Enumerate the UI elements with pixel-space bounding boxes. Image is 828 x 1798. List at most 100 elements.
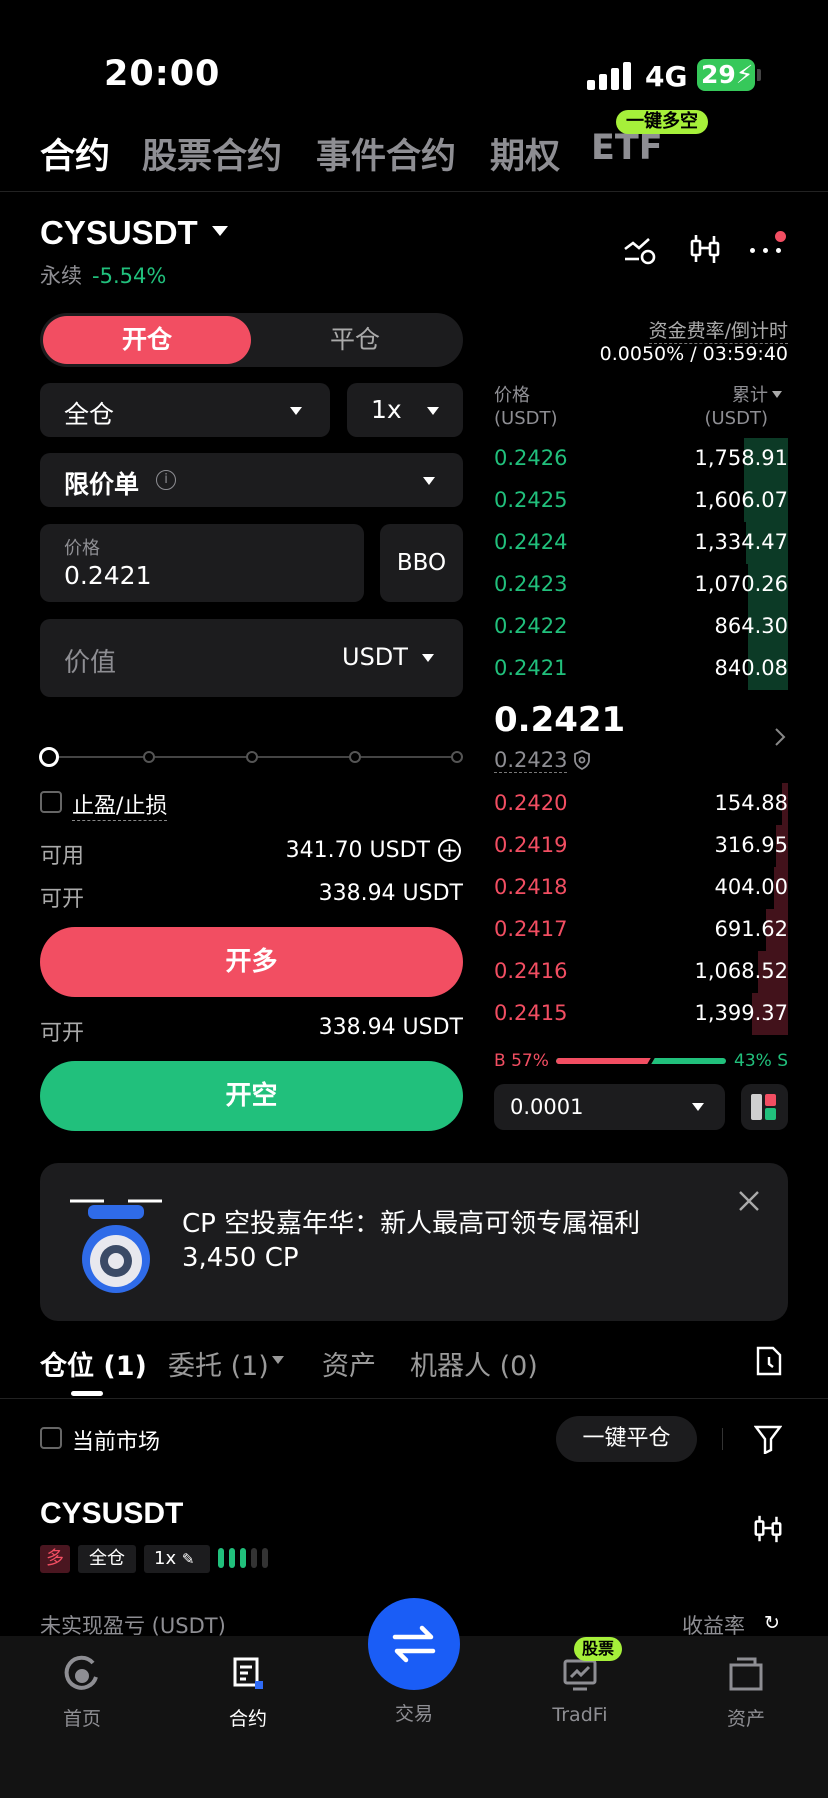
leverage-select[interactable]: 1x [347, 383, 463, 437]
ask-total: 840.08 [714, 656, 788, 680]
ask-row[interactable]: 0.2423 1,070.26 [494, 564, 788, 606]
margin-mode-select[interactable]: 全仓 [40, 383, 330, 437]
battery-cap [757, 69, 761, 81]
bid-row[interactable]: 0.2420 154.88 [494, 783, 788, 825]
network-label: 4G [645, 60, 688, 93]
ask-row[interactable]: 0.2424 1,334.47 [494, 522, 788, 564]
tp-sl-label[interactable]: 止盈/止损 [72, 788, 168, 821]
info-icon[interactable]: i [156, 470, 176, 490]
ask-total: 1,606.07 [694, 488, 788, 512]
order-type-label: 限价单 [64, 470, 140, 499]
ask-price: 0.2426 [494, 446, 568, 470]
ob-total-header-label: 累计 [732, 385, 768, 406]
nav-assets[interactable]: 资产 [686, 1655, 806, 1731]
value-unit-select[interactable]: USDT [342, 643, 408, 671]
close-icon[interactable] [737, 1189, 761, 1213]
bid-row[interactable]: 0.2417 691.62 [494, 909, 788, 951]
funding-label[interactable]: 资金费率/倒计时 [648, 316, 788, 344]
precision-select[interactable]: 0.0001 [494, 1084, 725, 1130]
nav-tradfi[interactable]: TradFi [520, 1655, 640, 1726]
open-long-button[interactable]: 开多 [40, 927, 463, 997]
chevron-right-icon[interactable] [774, 727, 786, 747]
available-value: 341.70 USDT [285, 838, 430, 863]
current-market-label[interactable]: 当前市场 [72, 1424, 160, 1456]
status-time: 20:00 [104, 54, 221, 94]
can-open-label: 可开 [40, 1021, 85, 1046]
leverage-label: 1x [371, 395, 402, 424]
tab-futures[interactable]: 合约 [40, 128, 110, 179]
current-market-checkbox[interactable] [40, 1427, 62, 1449]
bid-row[interactable]: 0.2416 1,068.52 [494, 951, 788, 993]
close-all-button[interactable]: 一键平仓 [556, 1416, 697, 1462]
candlestick-icon[interactable] [752, 1513, 784, 1545]
order-type-select[interactable]: 限价单 i [40, 453, 463, 507]
promo-badge[interactable]: 一键多空 [616, 110, 708, 134]
history-icon[interactable] [755, 1345, 783, 1377]
value-placeholder: 价值 [64, 648, 117, 678]
candlestick-icon[interactable] [688, 232, 722, 266]
ob-total-unit: (USDT) [704, 408, 768, 429]
price-field[interactable]: 价格 0.2421 [40, 524, 364, 602]
bid-price: 0.2417 [494, 917, 568, 941]
tab-event-futures[interactable]: 事件合约 [316, 128, 456, 179]
symbol-title[interactable]: CYSUSDT [40, 214, 198, 252]
add-funds-icon[interactable]: + [438, 839, 461, 862]
slider-step[interactable] [143, 751, 155, 763]
bid-row[interactable]: 0.2415 1,399.37 [494, 993, 788, 1035]
tab-etf[interactable]: ETF [591, 128, 663, 168]
caret-down-icon[interactable] [772, 391, 782, 398]
slider-step[interactable] [246, 751, 258, 763]
bid-total: 691.62 [714, 917, 788, 941]
bid-price: 0.2419 [494, 833, 568, 857]
tp-sl-checkbox[interactable] [40, 791, 62, 813]
layout-icon [751, 1094, 762, 1120]
slider-step[interactable] [349, 751, 361, 763]
can-open-label: 可开 [40, 887, 85, 912]
open-short-button[interactable]: 开空 [40, 1061, 463, 1131]
price-input[interactable]: 0.2421 [64, 561, 151, 590]
tab-stock-futures[interactable]: 股票合约 [142, 128, 282, 179]
slider-handle[interactable] [39, 747, 59, 767]
nav-trade[interactable]: 交易 [354, 1655, 474, 1726]
ask-row[interactable]: 0.2426 1,758.91 [494, 438, 788, 480]
ask-row[interactable]: 0.2422 864.30 [494, 606, 788, 648]
mode-badge: 全仓 [78, 1545, 136, 1573]
slider-step[interactable] [451, 751, 463, 763]
close-tab[interactable]: 平仓 [251, 316, 459, 364]
ob-price-header: 价格 (USDT) [494, 384, 558, 430]
chart-indicator-icon[interactable] [623, 232, 657, 266]
position-symbol[interactable]: CYSUSDT [40, 1497, 183, 1531]
tab-bots[interactable]: 机器人 (0) [410, 1344, 538, 1383]
nav-futures[interactable]: 合约 [188, 1655, 308, 1731]
leverage-badge[interactable]: 1x ✎ [144, 1545, 210, 1573]
caret-down-icon[interactable] [212, 226, 228, 236]
tab-positions[interactable]: 仓位 (1) [40, 1344, 147, 1383]
open-tab[interactable]: 开仓 [43, 316, 251, 364]
bid-price: 0.2415 [494, 1001, 568, 1025]
ob-total-header[interactable]: 累计 (USDT) [704, 384, 768, 430]
caret-down-icon[interactable] [272, 1356, 284, 1364]
tab-options[interactable]: 期权 [490, 128, 560, 179]
mark-price[interactable]: 0.2423 [494, 748, 568, 773]
promo-banner[interactable]: CP 空投嘉年华：新人最高可领专属福利 3,450 CP [40, 1163, 788, 1321]
bbo-button[interactable]: BBO [380, 524, 463, 602]
more-icon[interactable] [750, 244, 786, 254]
filter-icon[interactable] [754, 1424, 782, 1454]
ask-price: 0.2423 [494, 572, 568, 596]
last-price: 0.2421 [494, 700, 626, 740]
nav-home[interactable]: 首页 [22, 1655, 142, 1731]
tab-assets[interactable]: 资产 [322, 1344, 376, 1383]
ask-row[interactable]: 0.2425 1,606.07 [494, 480, 788, 522]
bid-row[interactable]: 0.2418 404.00 [494, 867, 788, 909]
bid-row[interactable]: 0.2419 316.95 [494, 825, 788, 867]
caret-down-icon [692, 1103, 704, 1111]
orderbook-layout-button[interactable] [741, 1084, 788, 1130]
drone-gift-icon [70, 1199, 162, 1293]
layout-icon-part [765, 1094, 776, 1106]
tab-orders[interactable]: 委托 (1) [168, 1344, 269, 1383]
ask-row[interactable]: 0.2421 840.08 [494, 648, 788, 690]
leverage-badge-label: 1x [154, 1548, 177, 1569]
ask-total: 1,070.26 [694, 572, 788, 596]
value-field[interactable]: 价值 USDT [40, 619, 463, 697]
refresh-icon[interactable]: ↻ [764, 1612, 780, 1634]
